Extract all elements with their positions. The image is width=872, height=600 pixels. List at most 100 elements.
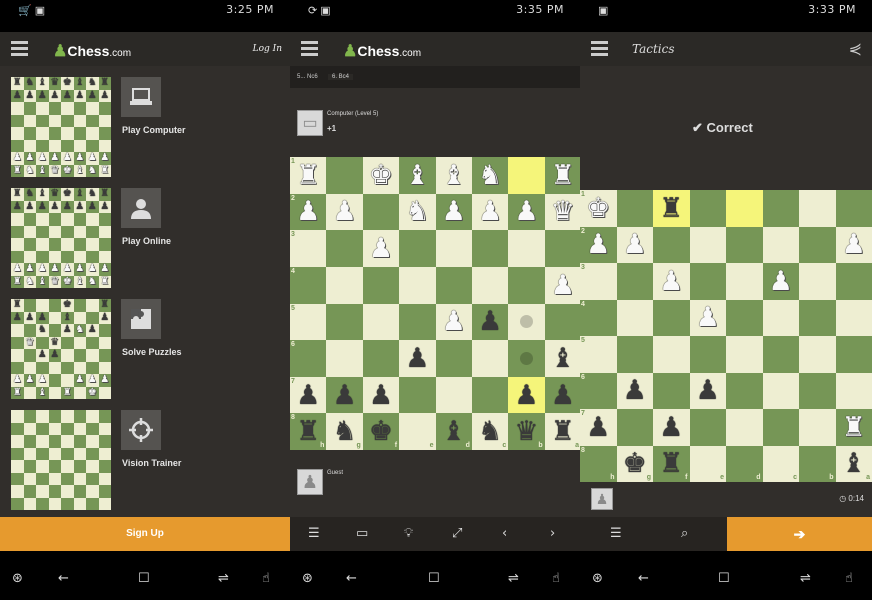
black-pawn[interactable]: ♟	[405, 345, 429, 372]
board-square[interactable]	[86, 311, 99, 324]
board-square[interactable]: ♟	[435, 303, 472, 341]
white-knight[interactable]: ♞	[405, 198, 429, 225]
board-square[interactable]	[799, 409, 836, 446]
white-queen[interactable]: ♛	[50, 165, 59, 176]
board-square[interactable]: 4	[580, 299, 617, 336]
board-square[interactable]	[399, 266, 436, 304]
board-square[interactable]: ♜	[98, 188, 111, 201]
board-square[interactable]: ♟	[48, 152, 61, 165]
black-pawn[interactable]: ♟	[25, 201, 34, 212]
board-square[interactable]	[48, 447, 61, 460]
board-square[interactable]: ♟	[653, 409, 690, 446]
board-square[interactable]: ♟	[86, 324, 99, 337]
board-square[interactable]: ♟	[36, 152, 49, 165]
board-square[interactable]: ♟	[86, 89, 99, 102]
board-square[interactable]	[61, 139, 74, 152]
white-pawn[interactable]: ♟	[75, 264, 84, 274]
board-square[interactable]: ♟	[61, 263, 74, 276]
board-square[interactable]: ♟	[73, 152, 86, 165]
board-square[interactable]	[98, 422, 111, 435]
board-square[interactable]: ♞	[471, 157, 509, 194]
black-pawn[interactable]: ♟	[63, 201, 72, 212]
board-square[interactable]	[23, 213, 36, 226]
board-square[interactable]: ♟	[544, 266, 580, 304]
board-square[interactable]: ♛	[544, 193, 580, 231]
board-square[interactable]	[98, 114, 111, 127]
home-icon[interactable]: ☐	[428, 571, 440, 586]
white-rook[interactable]: ♜	[842, 414, 866, 441]
black-rook[interactable]: ♜	[659, 195, 683, 222]
white-pawn[interactable]: ♟	[442, 198, 466, 225]
board-square[interactable]	[835, 372, 872, 409]
white-king[interactable]: ♚	[586, 195, 610, 222]
board-square[interactable]	[23, 114, 36, 127]
board-square[interactable]: ♟	[61, 324, 74, 337]
black-knight[interactable]: ♞	[478, 418, 502, 445]
board-square[interactable]	[616, 263, 653, 300]
black-pawn[interactable]: ♟	[514, 382, 538, 409]
board-square[interactable]	[23, 225, 36, 238]
board-square[interactable]: ♜	[11, 188, 24, 201]
board-square[interactable]	[326, 157, 363, 194]
white-knight[interactable]: ♞	[25, 276, 34, 287]
black-pawn[interactable]: ♟	[88, 201, 97, 212]
board-square[interactable]: ♜	[11, 275, 24, 288]
white-rook[interactable]: ♜	[296, 162, 320, 189]
board-square[interactable]	[86, 114, 99, 127]
black-rook[interactable]: ♜	[659, 450, 683, 477]
next-puzzle-button[interactable]: ➔	[727, 517, 872, 551]
gesture-icon[interactable]: ☝	[845, 571, 853, 586]
board-square[interactable]	[98, 435, 111, 448]
board-square[interactable]	[48, 324, 61, 337]
board-square[interactable]	[48, 127, 61, 140]
board-square[interactable]: ♜	[98, 77, 111, 90]
board-square[interactable]	[61, 127, 74, 140]
board-square[interactable]: ♝	[435, 157, 472, 194]
board-square[interactable]	[435, 266, 472, 304]
board-square[interactable]	[86, 213, 99, 226]
board-square[interactable]	[23, 472, 36, 485]
board-square[interactable]: ♟	[61, 200, 74, 213]
board-square[interactable]: ♞	[86, 164, 99, 177]
board-square[interactable]	[762, 190, 799, 227]
board-square[interactable]	[61, 336, 74, 349]
board-square[interactable]	[48, 410, 61, 423]
board-square[interactable]	[11, 361, 24, 374]
board-square[interactable]	[61, 422, 74, 435]
board-square[interactable]: ♟	[61, 89, 74, 102]
board-square[interactable]: ♟	[23, 152, 36, 165]
board-square[interactable]	[23, 250, 36, 263]
board-square[interactable]	[48, 374, 61, 387]
board-square[interactable]: ♟	[689, 372, 726, 409]
white-pawn[interactable]: ♟	[38, 375, 47, 385]
board-square[interactable]	[36, 127, 49, 140]
board-square[interactable]: ♚	[61, 164, 74, 177]
board-square[interactable]	[36, 435, 49, 448]
white-pawn[interactable]: ♟	[88, 264, 97, 274]
board-square[interactable]: ♝	[73, 77, 86, 90]
board-square[interactable]: ♚	[61, 188, 74, 201]
white-queen[interactable]: ♛	[551, 198, 575, 225]
board-square[interactable]	[36, 336, 49, 349]
board-square[interactable]	[86, 447, 99, 460]
white-pawn[interactable]: ♟	[769, 268, 793, 295]
board-square[interactable]	[23, 410, 36, 423]
board-square[interactable]	[48, 238, 61, 251]
board-square[interactable]	[36, 497, 49, 510]
white-queen[interactable]: ♛	[25, 337, 34, 348]
board-square[interactable]	[653, 372, 690, 409]
black-pawn[interactable]: ♟	[13, 201, 22, 212]
board-square[interactable]: ♟	[11, 374, 24, 387]
board-square[interactable]	[835, 263, 872, 300]
black-king[interactable]: ♚	[369, 418, 393, 445]
board-square[interactable]	[61, 435, 74, 448]
black-pawn[interactable]: ♟	[100, 201, 109, 212]
white-queen[interactable]: ♛	[50, 276, 59, 287]
board-square[interactable]	[73, 250, 86, 263]
move-item[interactable]: 5... Nc6	[297, 74, 318, 80]
board-square[interactable]	[544, 230, 580, 267]
board-square[interactable]	[98, 497, 111, 510]
white-pawn[interactable]: ♟	[38, 153, 47, 163]
board-square[interactable]	[86, 102, 99, 115]
board-square[interactable]: ♟	[616, 226, 653, 263]
